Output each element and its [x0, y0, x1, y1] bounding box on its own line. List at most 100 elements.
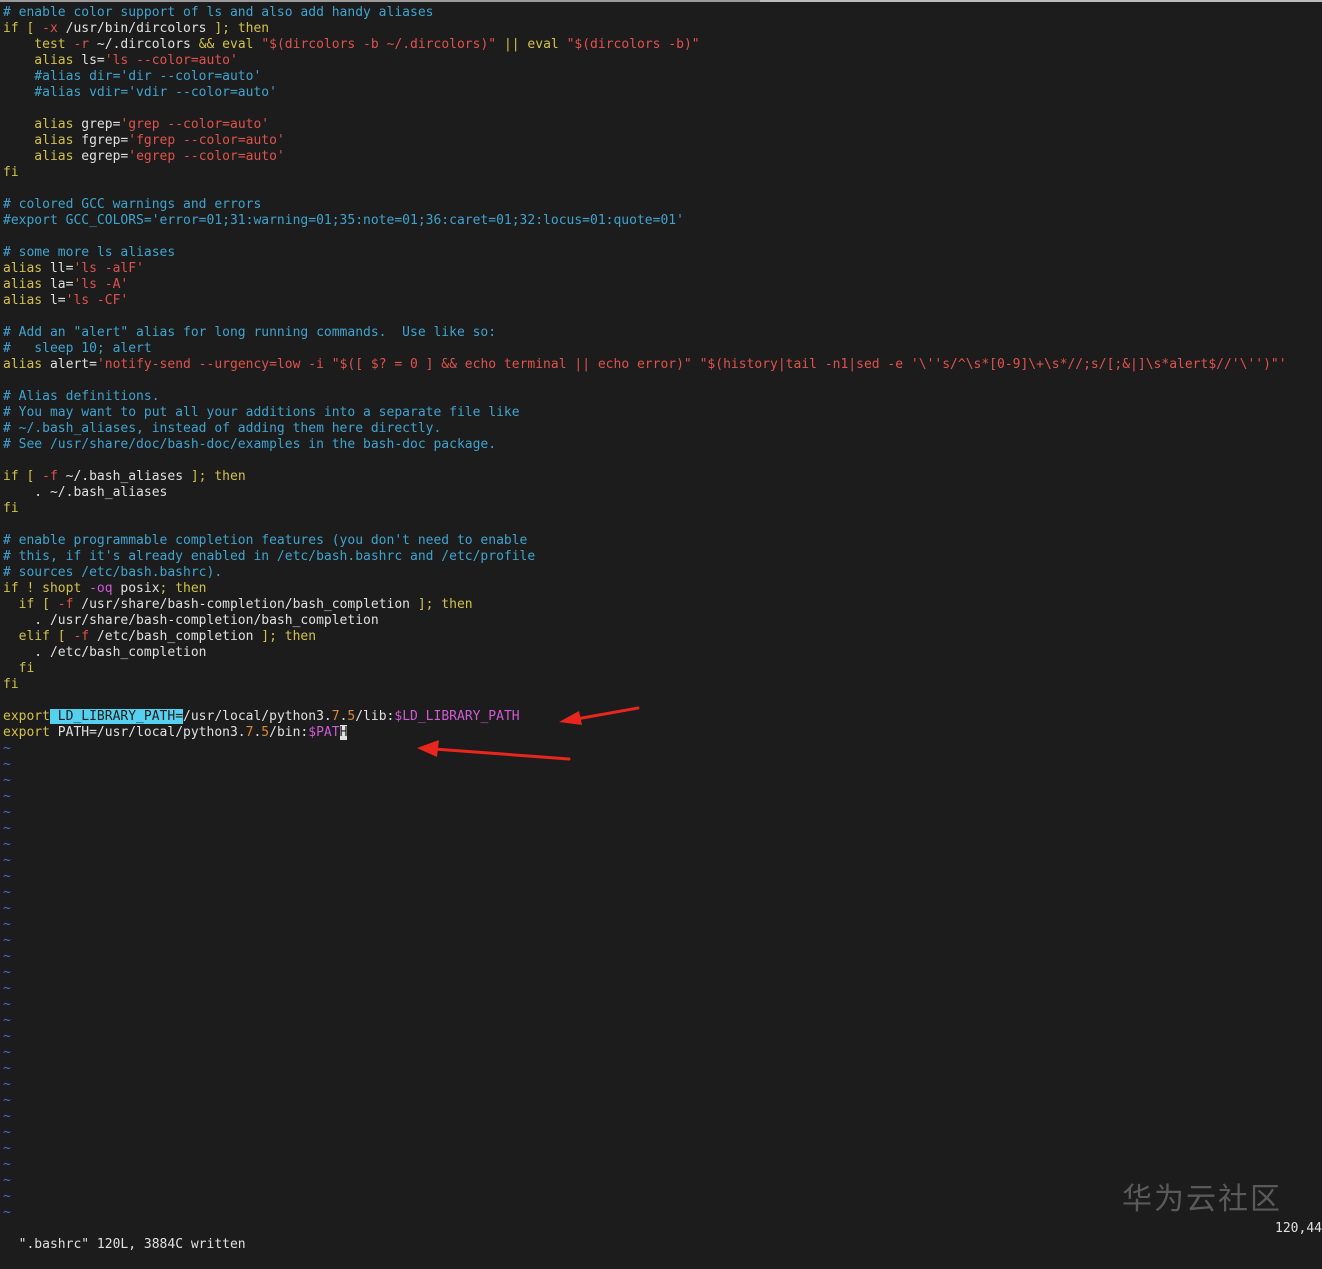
code-line[interactable]: # sleep 10; alert: [3, 341, 1322, 357]
window-top-border: [0, 0, 1322, 2]
code-token: 'grep --color=auto': [120, 117, 270, 132]
code-token: ]; then: [417, 597, 473, 612]
code-line[interactable]: alias ls='ls --color=auto': [3, 53, 1322, 69]
code-token: alias: [3, 133, 82, 148]
empty-line-tilde: ~: [3, 949, 11, 964]
code-line[interactable]: [3, 309, 1322, 325]
code-token: elif [: [3, 629, 74, 644]
code-line[interactable]: export PATH=/usr/local/python3.7.5/bin:$…: [3, 725, 1322, 741]
code-line[interactable]: alias alert='notify-send --urgency=low -…: [3, 357, 1322, 373]
code-line[interactable]: if [ -x /usr/bin/dircolors ]; then: [3, 21, 1322, 37]
code-line[interactable]: alias egrep='egrep --color=auto': [3, 149, 1322, 165]
code-line[interactable]: [3, 373, 1322, 389]
code-token: #alias dir='dir --color=auto': [3, 69, 262, 84]
code-line[interactable]: alias ll='ls -alF': [3, 261, 1322, 277]
code-token: alias: [3, 117, 82, 132]
empty-line-tilde: ~: [3, 917, 11, 932]
code-line[interactable]: [3, 453, 1322, 469]
code-line[interactable]: if ! shopt -oq posix; then: [3, 581, 1322, 597]
code-token: # this, if it's already enabled in /etc/…: [3, 549, 536, 564]
code-line[interactable]: # some more ls aliases: [3, 245, 1322, 261]
code-line[interactable]: . ~/.bash_aliases: [3, 485, 1322, 501]
code-token: 5: [261, 725, 270, 740]
code-token: export: [3, 725, 50, 740]
code-token: /etc/bash_completion: [89, 629, 262, 644]
code-line[interactable]: fi: [3, 677, 1322, 693]
code-line[interactable]: [3, 229, 1322, 245]
code-token: 'ls --color=auto': [104, 53, 238, 68]
code-line[interactable]: #alias vdir='vdir --color=auto': [3, 85, 1322, 101]
code-line[interactable]: . /usr/share/bash-completion/bash_comple…: [3, 613, 1322, 629]
code-token: -f: [42, 469, 58, 484]
code-line[interactable]: elif [ -f /etc/bash_completion ]; then: [3, 629, 1322, 645]
code-token: /usr/local/python3.: [183, 709, 332, 724]
empty-line-tilde: ~: [3, 757, 11, 772]
code-token: -oq: [89, 581, 113, 596]
code-token: -x: [42, 21, 58, 36]
code-line[interactable]: # sources /etc/bash.bashrc).: [3, 565, 1322, 581]
annotation-arrow-path: [417, 740, 571, 761]
code-line[interactable]: . /etc/bash_completion: [3, 645, 1322, 661]
code-token: ~/.dircolors: [89, 37, 199, 52]
code-token: fi: [3, 677, 19, 692]
code-line[interactable]: [3, 101, 1322, 117]
code-token: -f: [57, 597, 74, 612]
code-line[interactable]: [3, 693, 1322, 709]
code-token: . /etc/bash_completion: [3, 645, 207, 660]
code-line[interactable]: # ~/.bash_aliases, instead of adding the…: [3, 421, 1322, 437]
code-token: # enable programmable completion feature…: [3, 533, 528, 548]
code-line[interactable]: export LD_LIBRARY_PATH=/usr/local/python…: [3, 709, 1322, 725]
code-token: if [: [3, 21, 43, 36]
code-line[interactable]: fi: [3, 661, 1322, 677]
code-token: alias: [3, 149, 82, 164]
code-line[interactable]: # You may want to put all your additions…: [3, 405, 1322, 421]
code-token: posix: [112, 581, 160, 596]
code-line[interactable]: alias fgrep='fgrep --color=auto': [3, 133, 1322, 149]
code-line[interactable]: # enable programmable completion feature…: [3, 533, 1322, 549]
code-line[interactable]: # See /usr/share/doc/bash-doc/examples i…: [3, 437, 1322, 453]
code-token: # ~/.bash_aliases, instead of adding the…: [3, 421, 442, 436]
empty-line-tilde: ~: [3, 1029, 11, 1044]
code-line[interactable]: fi: [3, 501, 1322, 517]
code-line[interactable]: [3, 517, 1322, 533]
code-token: if [: [3, 469, 43, 484]
code-token: ~/.bash_aliases: [57, 469, 191, 484]
code-line[interactable]: # colored GCC warnings and errors: [3, 197, 1322, 213]
empty-line-tilde: ~: [3, 1045, 11, 1060]
code-token: ll=: [49, 261, 74, 276]
code-line[interactable]: #alias dir='dir --color=auto': [3, 69, 1322, 85]
code-line[interactable]: if [ -f ~/.bash_aliases ]; then: [3, 469, 1322, 485]
code-token: /usr/share/bash-completion/bash_completi…: [73, 597, 418, 612]
code-line[interactable]: # Add an "alert" alias for long running …: [3, 325, 1322, 341]
code-token: # sources /etc/bash.bashrc).: [3, 565, 223, 580]
code-token: . /usr/share/bash-completion/bash_comple…: [3, 613, 379, 628]
code-token: # some more ls aliases: [3, 245, 176, 260]
annotation-arrow-ld-library-path: [559, 706, 640, 725]
vim-editor-buffer[interactable]: # enable color support of ls and also ad…: [3, 5, 1322, 1221]
code-token: /lib:: [355, 709, 395, 724]
code-token: 7: [331, 709, 340, 724]
code-token: || eval: [496, 37, 567, 52]
empty-line-tilde: ~: [3, 981, 11, 996]
code-line[interactable]: # this, if it's already enabled in /etc/…: [3, 549, 1322, 565]
code-token: # See /usr/share/doc/bash-doc/examples i…: [3, 437, 497, 452]
empty-line-tilde: ~: [3, 869, 11, 884]
code-token: # Add an "alert" alias for long running …: [3, 325, 497, 340]
code-token: -f: [73, 629, 90, 644]
code-line[interactable]: if [ -f /usr/share/bash-completion/bash_…: [3, 597, 1322, 613]
code-line[interactable]: fi: [3, 165, 1322, 181]
code-line[interactable]: alias l='ls -CF': [3, 293, 1322, 309]
code-line[interactable]: # Alias definitions.: [3, 389, 1322, 405]
code-line[interactable]: # enable color support of ls and also ad…: [3, 5, 1322, 21]
vim-status-line: ".bashrc" 120L, 3884C written 120,44: [3, 1221, 1322, 1252]
code-token: LD_LIBRARY_PATH=: [49, 709, 184, 724]
code-line[interactable]: #export GCC_COLORS='error=01;31:warning=…: [3, 213, 1322, 229]
empty-line-tilde: ~: [3, 1093, 11, 1108]
code-line[interactable]: test -r ~/.dircolors && eval "$(dircolor…: [3, 37, 1322, 53]
code-token: if [: [3, 597, 58, 612]
code-line[interactable]: alias la='ls -A': [3, 277, 1322, 293]
code-line[interactable]: alias grep='grep --color=auto': [3, 117, 1322, 133]
code-line[interactable]: [3, 181, 1322, 197]
top-border-left: [0, 0, 760, 2]
code-token: egrep=: [81, 149, 129, 164]
